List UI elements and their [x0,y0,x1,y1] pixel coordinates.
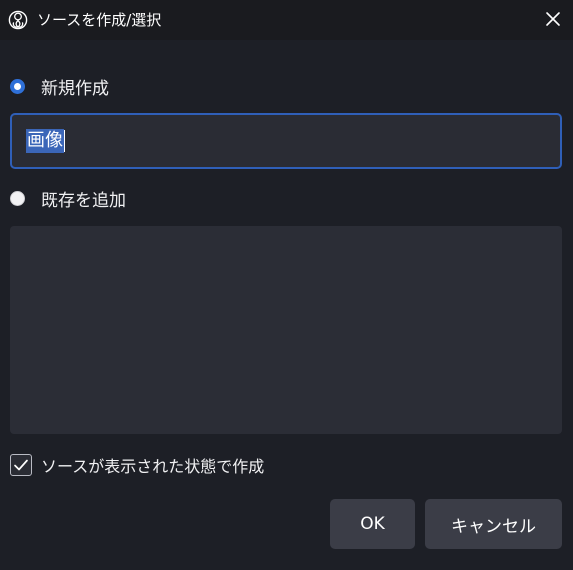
add-existing-radio[interactable] [10,190,25,206]
visible-checkbox-label: ソースが表示された状態で作成 [41,457,265,476]
add-existing-label: 既存を追加 [41,190,126,211]
ok-button[interactable]: OK [330,499,415,549]
visible-checkbox[interactable] [10,454,32,476]
add-existing-radio-option[interactable]: 既存を追加 [10,186,126,211]
close-icon [546,12,560,26]
create-select-source-dialog: ソースを作成/選択 新規作成 画像 既存を追加 ソースが表示された状態で作成 O… [0,0,573,570]
create-new-radio-option[interactable]: 新規作成 [10,74,109,99]
dialog-title: ソースを作成/選択 [37,11,162,29]
source-name-value: 画像 [26,129,64,153]
obs-icon [8,10,28,30]
close-button[interactable] [540,8,566,32]
create-new-label: 新規作成 [41,78,109,99]
cancel-button[interactable]: キャンセル [425,499,562,549]
title-bar: ソースを作成/選択 [0,0,573,40]
text-caret [64,130,65,152]
checkmark-icon [14,459,28,471]
source-name-input[interactable]: 画像 [10,113,562,169]
visible-checkbox-option[interactable]: ソースが表示された状態で作成 [10,452,264,478]
existing-sources-list[interactable] [10,226,562,434]
create-new-radio[interactable] [10,78,25,94]
